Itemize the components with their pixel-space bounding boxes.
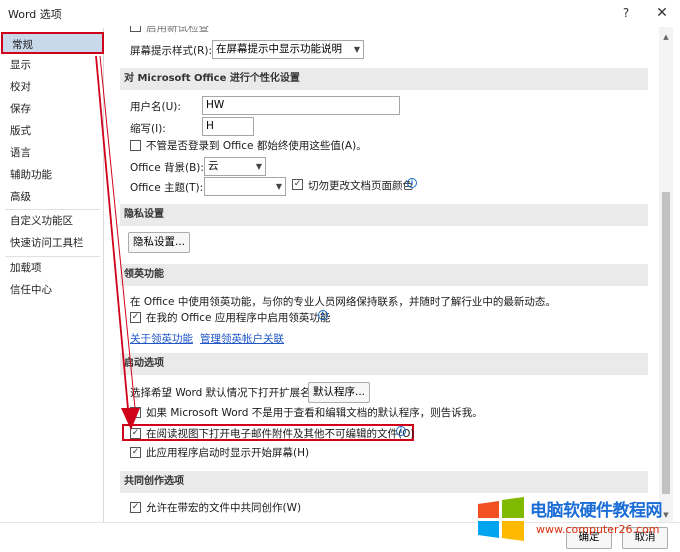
- window-title: Word 选项: [8, 8, 62, 21]
- tell-me-default-checkbox[interactable]: ✓: [130, 407, 141, 418]
- enable-linkedin-checkbox[interactable]: ✓: [130, 312, 141, 323]
- reading-view-label: 在阅读视图下打开电子邮件附件及其他不可编辑的文件(O): [146, 428, 415, 440]
- nav-item-save[interactable]: 保存: [1, 98, 104, 120]
- screentip-label: 屏幕提示样式(R):: [130, 45, 213, 57]
- watermark-url: www.computer26.com: [536, 523, 660, 536]
- top-partial-label: 启用新试检查: [146, 26, 209, 34]
- office-background-value: 云: [208, 160, 219, 172]
- nav-item-proofing[interactable]: 校对: [1, 76, 104, 98]
- content-scrollbar[interactable]: ▲ ▼: [659, 27, 673, 522]
- info-icon[interactable]: i: [407, 178, 417, 188]
- help-icon: ?: [622, 6, 630, 20]
- username-label: 用户名(U):: [130, 101, 181, 113]
- nav-item-add-ins[interactable]: 加载项: [1, 257, 104, 279]
- initials-field[interactable]: H: [202, 117, 254, 136]
- help-button[interactable]: ?: [608, 0, 644, 26]
- default-programs-button[interactable]: 默认程序...: [308, 382, 370, 403]
- office-background-select[interactable]: 云 ▼: [204, 157, 266, 176]
- top-partial-checkbox[interactable]: [130, 26, 141, 32]
- watermark: 电脑软硬件教程网 www.computer26.com: [472, 492, 680, 552]
- options-content: 启用新试检查 屏幕提示样式(R): 在屏幕提示中显示功能说明 ▼ 对 Micro…: [108, 26, 657, 522]
- nav-item-quick-access-toolbar[interactable]: 快速访问工具栏: [1, 232, 104, 254]
- nav-item-general[interactable]: 常规: [1, 32, 104, 54]
- about-linkedin-link[interactable]: 关于领英功能: [130, 331, 193, 346]
- section-coauthoring: 共同创作选项: [120, 471, 648, 493]
- manage-linkedin-link[interactable]: 管理领英帐户关联: [200, 331, 284, 346]
- nav-item-advanced[interactable]: 高级: [1, 186, 104, 208]
- info-icon[interactable]: i: [396, 426, 406, 436]
- options-nav: 常规 显示 校对 保存 版式 语言 辅助功能 高级 自定义功能区 快速访问工具栏…: [1, 28, 104, 522]
- start-screen-checkbox[interactable]: ✓: [130, 447, 141, 458]
- chevron-down-icon: ▼: [353, 45, 360, 54]
- start-screen-label: 此应用程序启动时显示开始屏幕(H): [146, 447, 310, 459]
- title-bar: Word 选项 ? ✕: [0, 0, 680, 26]
- nav-item-accessibility[interactable]: 辅助功能: [1, 164, 104, 186]
- watermark-title: 电脑软硬件教程网: [530, 501, 663, 521]
- info-icon[interactable]: i: [318, 310, 328, 320]
- chevron-down-icon: ▼: [275, 182, 282, 191]
- office-theme-label: Office 主题(T):: [130, 182, 204, 194]
- close-icon: ✕: [656, 5, 668, 21]
- initials-label: 缩写(I):: [130, 123, 166, 135]
- allow-coauthor-macros-checkbox[interactable]: ✓: [130, 502, 141, 513]
- never-change-page-color-checkbox[interactable]: ✓: [292, 179, 303, 190]
- windows-logo-icon: [478, 497, 524, 541]
- privacy-settings-button[interactable]: 隐私设置...: [128, 232, 190, 253]
- section-linkedin: 领英功能: [120, 264, 648, 286]
- nav-item-trust-center[interactable]: 信任中心: [1, 279, 104, 301]
- section-startup: 启动选项: [120, 353, 648, 375]
- nav-item-display[interactable]: 显示: [1, 54, 104, 76]
- default-extension-label: 选择希望 Word 默认情况下打开扩展名:: [130, 387, 315, 399]
- screentip-select[interactable]: 在屏幕提示中显示功能说明 ▼: [212, 40, 364, 59]
- allow-coauthor-macros-label: 允许在带宏的文件中共同创作(W): [146, 502, 302, 514]
- always-use-checkbox[interactable]: [130, 140, 141, 151]
- linkedin-description: 在 Office 中使用领英功能，与你的专业人员网络保持联系，并随时了解行业中的…: [130, 296, 556, 308]
- never-change-page-color-label: 切勿更改文档页面颜色: [308, 180, 413, 192]
- office-background-label: Office 背景(B):: [130, 162, 204, 174]
- enable-linkedin-label: 在我的 Office 应用程序中启用领英功能: [146, 312, 331, 324]
- screentip-value: 在屏幕提示中显示功能说明: [216, 43, 342, 55]
- scrollbar-thumb[interactable]: [662, 192, 670, 494]
- nav-item-customize-ribbon[interactable]: 自定义功能区: [1, 210, 104, 232]
- tell-me-default-label: 如果 Microsoft Word 不是用于查看和编辑文档的默认程序，则告诉我。: [146, 407, 483, 419]
- chevron-down-icon: ▼: [255, 162, 262, 171]
- nav-item-layout[interactable]: 版式: [1, 120, 104, 142]
- close-button[interactable]: ✕: [644, 0, 680, 26]
- username-field[interactable]: HW: [202, 96, 400, 115]
- reading-view-checkbox[interactable]: ✓: [130, 428, 141, 439]
- nav-item-language[interactable]: 语言: [1, 142, 104, 164]
- section-personalize: 对 Microsoft Office 进行个性化设置: [120, 68, 648, 90]
- office-theme-select[interactable]: ▼: [204, 177, 286, 196]
- always-use-label: 不管是否登录到 Office 都始终使用这些值(A)。: [146, 140, 367, 152]
- scroll-up-icon[interactable]: ▲: [659, 30, 673, 44]
- section-privacy: 隐私设置: [120, 204, 648, 226]
